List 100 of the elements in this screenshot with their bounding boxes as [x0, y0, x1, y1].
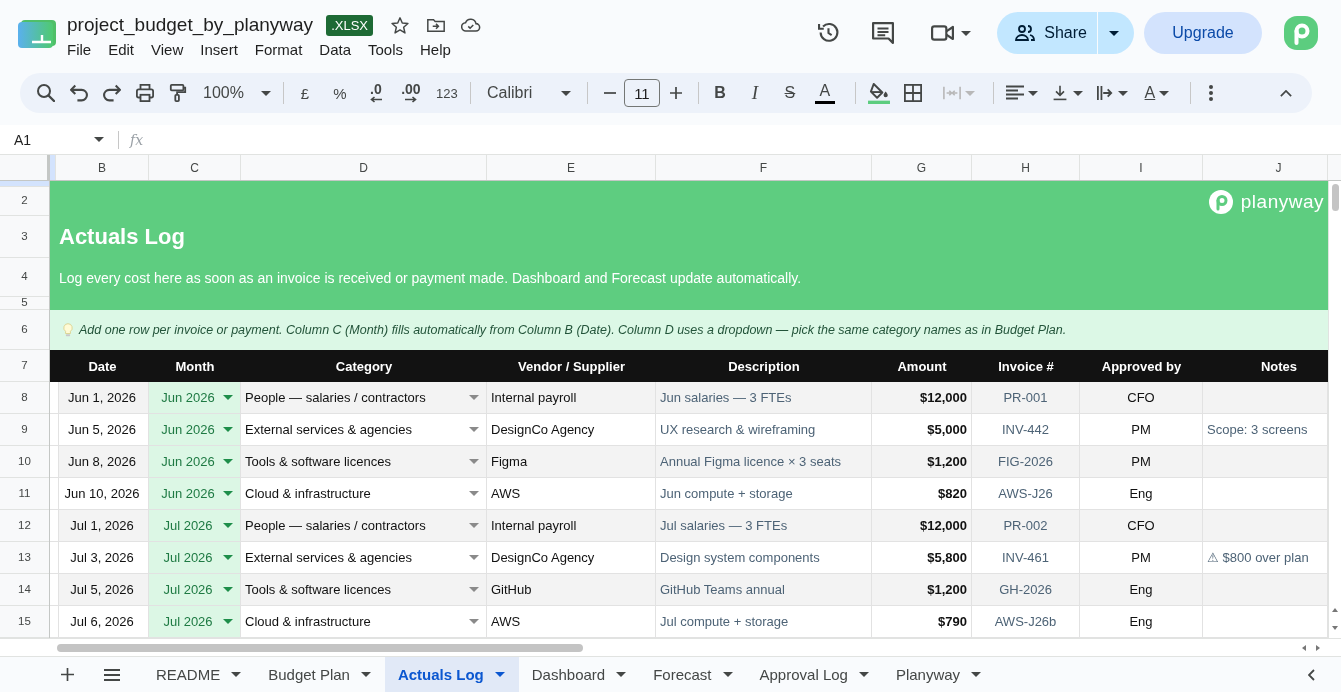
column-header[interactable]: H — [972, 155, 1080, 180]
borders-icon[interactable] — [903, 84, 922, 102]
increase-decimal-button[interactable]: .00 — [396, 79, 425, 107]
scrollbar-thumb[interactable] — [1331, 184, 1339, 211]
sheet-tab[interactable]: Approval Log — [746, 657, 883, 692]
sheet-tab[interactable]: Planyway — [882, 657, 996, 692]
cloud-check-icon[interactable] — [461, 18, 481, 32]
column-header[interactable]: D — [241, 155, 487, 180]
caret-icon — [231, 672, 242, 677]
caret-icon — [494, 672, 505, 677]
column-header[interactable]: F — [656, 155, 872, 180]
row-header[interactable]: 4 — [0, 258, 49, 297]
scroll-up-icon[interactable] — [1332, 608, 1338, 612]
caret-icon — [360, 672, 371, 677]
font-dropdown[interactable]: Calibri — [478, 79, 579, 107]
row-header[interactable]: 7 — [0, 350, 49, 382]
month-dropdown-cell[interactable]: Jul 2026 — [149, 574, 241, 606]
menu-item[interactable]: Insert — [200, 39, 246, 60]
row-header[interactable]: 6 — [0, 310, 49, 350]
printer-icon[interactable] — [136, 84, 154, 102]
chevron-left-icon[interactable] — [1308, 668, 1315, 681]
row-header[interactable]: 10 — [0, 446, 49, 478]
column-header[interactable]: G — [872, 155, 972, 180]
menu-item[interactable]: Format — [254, 39, 311, 60]
menu-icon[interactable] — [104, 668, 120, 681]
month-dropdown-cell[interactable]: Jul 2026 — [149, 542, 241, 574]
sheet-tab[interactable]: Dashboard — [518, 657, 641, 692]
row-header[interactable]: 13 — [0, 542, 49, 574]
currency-button[interactable]: £ — [291, 79, 318, 107]
menu-item[interactable]: File — [67, 39, 100, 60]
caret-icon — [469, 587, 479, 592]
chevron-up-icon[interactable] — [1280, 89, 1292, 97]
percent-button[interactable]: % — [326, 79, 353, 107]
row-header[interactable]: 14 — [0, 574, 49, 606]
scroll-down-icon[interactable] — [1332, 626, 1338, 630]
month-dropdown-cell[interactable]: Jun 2026 — [149, 414, 241, 446]
bold-button[interactable]: B — [706, 79, 733, 107]
sheet-tab[interactable]: Forecast — [640, 657, 747, 692]
more-icon[interactable] — [1208, 85, 1213, 101]
month-dropdown-cell[interactable]: Jul 2026 — [149, 510, 241, 542]
row-header[interactable]: 3 — [0, 216, 49, 258]
menu-item[interactable]: Edit — [108, 39, 143, 60]
star-icon[interactable] — [391, 16, 409, 34]
paint-roller-icon[interactable] — [169, 84, 187, 102]
sheet-tab[interactable]: Actuals Log — [384, 657, 519, 692]
folder-arrow-icon[interactable] — [427, 16, 445, 34]
row-header[interactable]: 8 — [0, 382, 49, 414]
menu-item[interactable]: Data — [319, 39, 359, 60]
sheet-tab[interactable]: README — [143, 657, 256, 692]
minus-icon[interactable] — [603, 92, 616, 94]
text-rotation-button[interactable]: A — [1136, 79, 1177, 107]
document-title[interactable]: project_budget_by_planyway — [67, 14, 314, 36]
comment-icon[interactable] — [872, 22, 895, 44]
row-header[interactable]: 5 — [0, 297, 49, 310]
month-dropdown-cell[interactable]: Jun 2026 — [149, 478, 241, 510]
text-color-button[interactable]: A — [811, 79, 838, 107]
row-header[interactable]: 11 — [0, 478, 49, 510]
month-dropdown-cell[interactable]: Jun 2026 — [149, 382, 241, 414]
row-header[interactable]: 12 — [0, 510, 49, 542]
column-header[interactable]: I — [1080, 155, 1203, 180]
redo-icon[interactable] — [103, 84, 121, 102]
menu-item[interactable]: Help — [420, 39, 459, 60]
row-header[interactable]: 2 — [0, 187, 49, 216]
month-dropdown-cell[interactable]: Jul 2026 — [149, 606, 241, 638]
name-box[interactable]: A1 — [14, 127, 104, 152]
scroll-right-icon[interactable] — [1316, 644, 1320, 651]
history-icon[interactable] — [818, 22, 841, 44]
plus-icon[interactable] — [669, 87, 682, 99]
row-header[interactable]: 9 — [0, 414, 49, 446]
column-header[interactable]: C — [149, 155, 241, 180]
caret-icon — [223, 395, 233, 400]
caret-icon — [469, 395, 479, 400]
vertical-scrollbar[interactable] — [1328, 181, 1341, 638]
caret-icon[interactable] — [961, 30, 972, 36]
fill-color-icon[interactable] — [867, 82, 890, 104]
menu-item[interactable]: Tools — [368, 39, 412, 60]
column-header[interactable]: E — [487, 155, 656, 180]
search-icon[interactable] — [37, 84, 55, 102]
sheet-tab[interactable]: Budget Plan — [255, 657, 385, 692]
month-dropdown-cell[interactable]: Jun 2026 — [149, 446, 241, 478]
sheet-title: Actuals Log — [59, 224, 185, 250]
caret-icon — [1027, 90, 1038, 96]
undo-icon[interactable] — [70, 84, 88, 102]
column-header[interactable]: B — [56, 155, 149, 180]
zoom-dropdown[interactable]: 100% — [199, 79, 275, 107]
caret-icon — [469, 555, 479, 560]
video-camera-icon[interactable] — [931, 25, 955, 41]
decrease-decimal-button[interactable]: .0 — [361, 79, 390, 107]
italic-button[interactable]: I — [741, 79, 768, 107]
add-sheet-icon[interactable] — [61, 668, 74, 681]
scrollbar-thumb[interactable] — [57, 643, 583, 652]
upgrade-button[interactable]: Upgrade — [1144, 12, 1262, 54]
font-size-field[interactable]: 11 — [623, 79, 660, 107]
column-header[interactable]: J — [1203, 155, 1328, 180]
merge-icon — [942, 85, 961, 101]
menu-item[interactable]: View — [151, 39, 192, 60]
share-button[interactable]: Share — [997, 12, 1097, 54]
strikethrough-button[interactable]: S — [776, 79, 803, 107]
number-format-button[interactable]: 123 — [431, 79, 462, 107]
scroll-left-icon[interactable] — [1302, 644, 1306, 651]
